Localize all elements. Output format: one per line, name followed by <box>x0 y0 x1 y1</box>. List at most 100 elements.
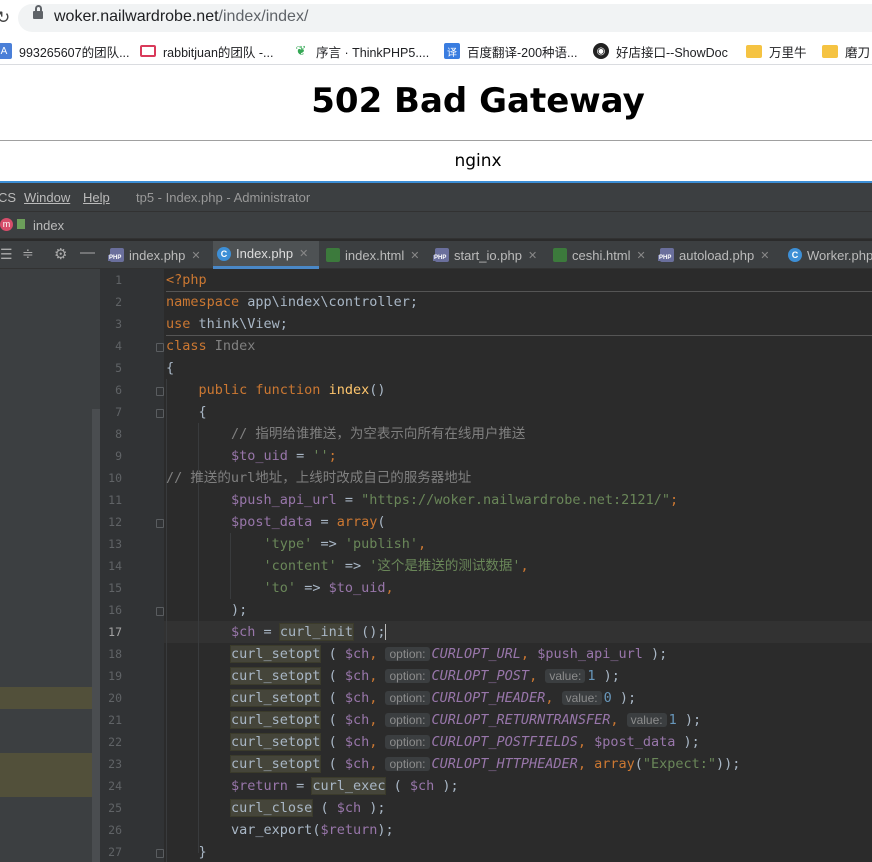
tab-ceshi-html[interactable]: ceshi.html ✕ <box>549 241 646 269</box>
close-icon[interactable]: ✕ <box>191 249 200 262</box>
minimize-icon[interactable]: — <box>80 244 95 261</box>
expand-icon[interactable]: ≑ <box>22 245 34 262</box>
class-file-icon: C <box>217 246 231 261</box>
line-number: 16 <box>108 603 122 617</box>
param-hint: option: <box>385 691 430 705</box>
line-number: 15 <box>108 581 122 595</box>
folder-icon <box>746 44 762 58</box>
text-caret <box>385 624 387 640</box>
bookmark-folder[interactable]: 万里牛 <box>746 41 807 61</box>
showdoc-icon: ◉ <box>593 43 609 59</box>
tab-index-html[interactable]: index.html ✕ <box>322 241 419 269</box>
project-panel <box>0 269 100 862</box>
code-line-20: curl_setopt ( $ch, option: CURLOPT_HEADER… <box>231 690 637 706</box>
gear-icon[interactable]: ⚙ <box>54 245 67 263</box>
leaf-icon: ❦ <box>293 43 309 59</box>
php-file-icon <box>433 248 449 262</box>
code-line-23: curl_setopt ( $ch, option: CURLOPT_HTTPHE… <box>231 756 741 772</box>
menu-window[interactable]: Window <box>24 190 70 205</box>
bookmark-item[interactable]: ◉ 好店接口--ShowDoc <box>593 41 728 61</box>
panel-highlight <box>0 687 92 709</box>
menu-help[interactable]: Help <box>83 190 110 205</box>
class-file-icon: C <box>788 248 802 262</box>
line-number: 7 <box>115 405 122 419</box>
code-line-25: curl_close ( $ch ); <box>231 800 386 816</box>
lock-icon[interactable] <box>33 5 43 19</box>
fold-marker[interactable] <box>156 387 164 396</box>
url-text[interactable]: woker.nailwardrobe.net/index/index/ <box>54 8 308 26</box>
divider <box>0 140 872 141</box>
close-icon[interactable]: ✕ <box>760 249 769 262</box>
php-file-icon <box>108 248 124 262</box>
editor-tab-bar: ☰ ≑ ⚙ — index.php✕ CIndex.php✕ index.htm… <box>0 241 872 269</box>
code-line-24: $return = curl_exec ( $ch ); <box>231 778 459 794</box>
code-editor[interactable]: 1 2 3 4 5 6 7 8 9 10 11 12 13 14 15 16 17 18 19 20 21 22 23 24 2… <box>100 269 872 862</box>
param-hint: option: <box>385 735 430 749</box>
code-line-4: class Index <box>166 338 256 354</box>
code-line-12: $post_data = array( <box>231 514 386 530</box>
fold-marker[interactable] <box>156 343 164 352</box>
param-hint: option: <box>385 757 430 771</box>
menu-vcs[interactable]: CS <box>0 190 16 205</box>
fold-marker[interactable] <box>156 607 164 616</box>
line-number: 20 <box>108 691 122 705</box>
line-number: 2 <box>115 295 122 309</box>
tab-Index-php[interactable]: C Index.php ✕ <box>213 241 319 269</box>
line-number: 24 <box>108 779 122 793</box>
param-hint: value: <box>561 691 602 705</box>
bookmarks-bar: A 993265607的团队... rabbitjuan的团队 -... ❦ 序言 … <box>0 37 872 65</box>
param-hint: value: <box>545 669 586 683</box>
tab-worker-php[interactable]: C Worker.php <box>784 241 872 269</box>
address-bar: ↻ woker.nailwardrobe.net/index/index/ <box>0 0 872 37</box>
html-file-icon <box>326 248 340 262</box>
error-page: 502 Bad Gateway nginx <box>0 66 872 182</box>
mail-icon <box>140 45 156 57</box>
line-number: 21 <box>108 713 122 727</box>
reload-icon[interactable]: ↻ <box>0 8 10 28</box>
scrollbar[interactable] <box>92 409 100 862</box>
code-line-7: { <box>198 404 207 420</box>
breadcrumb[interactable]: index <box>33 218 64 233</box>
code-line-11: $push_api_url = "https://woker.nailwardr… <box>231 492 679 508</box>
line-number: 8 <box>115 427 122 441</box>
bookmark-item[interactable]: A 993265607的团队... <box>0 41 130 61</box>
fold-marker[interactable] <box>156 519 164 528</box>
window-title: tp5 - Index.php - Administrator <box>136 190 311 205</box>
line-number: 3 <box>115 317 122 331</box>
bookmark-folder[interactable]: 磨刀 <box>822 41 870 61</box>
method-icon: m <box>0 218 13 231</box>
html-file-icon <box>553 248 567 262</box>
code-line-6: public function index() <box>198 382 386 398</box>
line-number: 19 <box>108 669 122 683</box>
bookmark-item[interactable]: ❦ 序言 · ThinkPHP5.... <box>293 41 429 61</box>
param-hint: value: <box>626 713 667 727</box>
close-icon[interactable]: ✕ <box>528 249 537 262</box>
code-line-26: var_export($return); <box>231 822 394 838</box>
code-line-16: ); <box>231 602 248 618</box>
section-separator <box>166 335 872 336</box>
code-line-2: namespace app\index\controller; <box>166 294 418 310</box>
close-icon[interactable]: ✕ <box>637 249 646 262</box>
fold-marker[interactable] <box>156 849 164 858</box>
tab-index-php[interactable]: index.php✕ <box>106 241 201 269</box>
line-number: 1 <box>115 273 122 287</box>
line-number: 27 <box>108 845 122 859</box>
line-number: 26 <box>108 823 122 837</box>
bookmark-item[interactable]: rabbitjuan的团队 -... <box>140 41 273 61</box>
lock-small-icon <box>17 219 25 229</box>
bookmark-item[interactable]: 译百度翻译-200种语... <box>444 41 577 61</box>
collapse-icon[interactable]: ☰ <box>0 246 13 263</box>
close-icon[interactable]: ✕ <box>299 247 308 260</box>
code-line-5: { <box>166 360 175 376</box>
close-icon[interactable]: ✕ <box>410 249 419 262</box>
tab-autoload-php[interactable]: autoload.php✕ <box>656 241 769 269</box>
fold-marker[interactable] <box>156 409 164 418</box>
code-line-10: // 推送的url地址，上线时改成自己的服务器地址 <box>166 470 472 486</box>
ide-window: CS Window Help tp5 - Index.php - Adminis… <box>0 181 872 862</box>
ide-menubar: CS Window Help tp5 - Index.php - Adminis… <box>0 183 872 211</box>
translate-icon: 译 <box>444 43 460 59</box>
param-hint: option: <box>385 647 430 661</box>
tab-start-io-php[interactable]: start_io.php✕ <box>431 241 537 269</box>
code-line-8: // 指明给谁推送，为空表示向所有在线用户推送 <box>231 426 526 442</box>
line-number: 9 <box>115 449 122 463</box>
